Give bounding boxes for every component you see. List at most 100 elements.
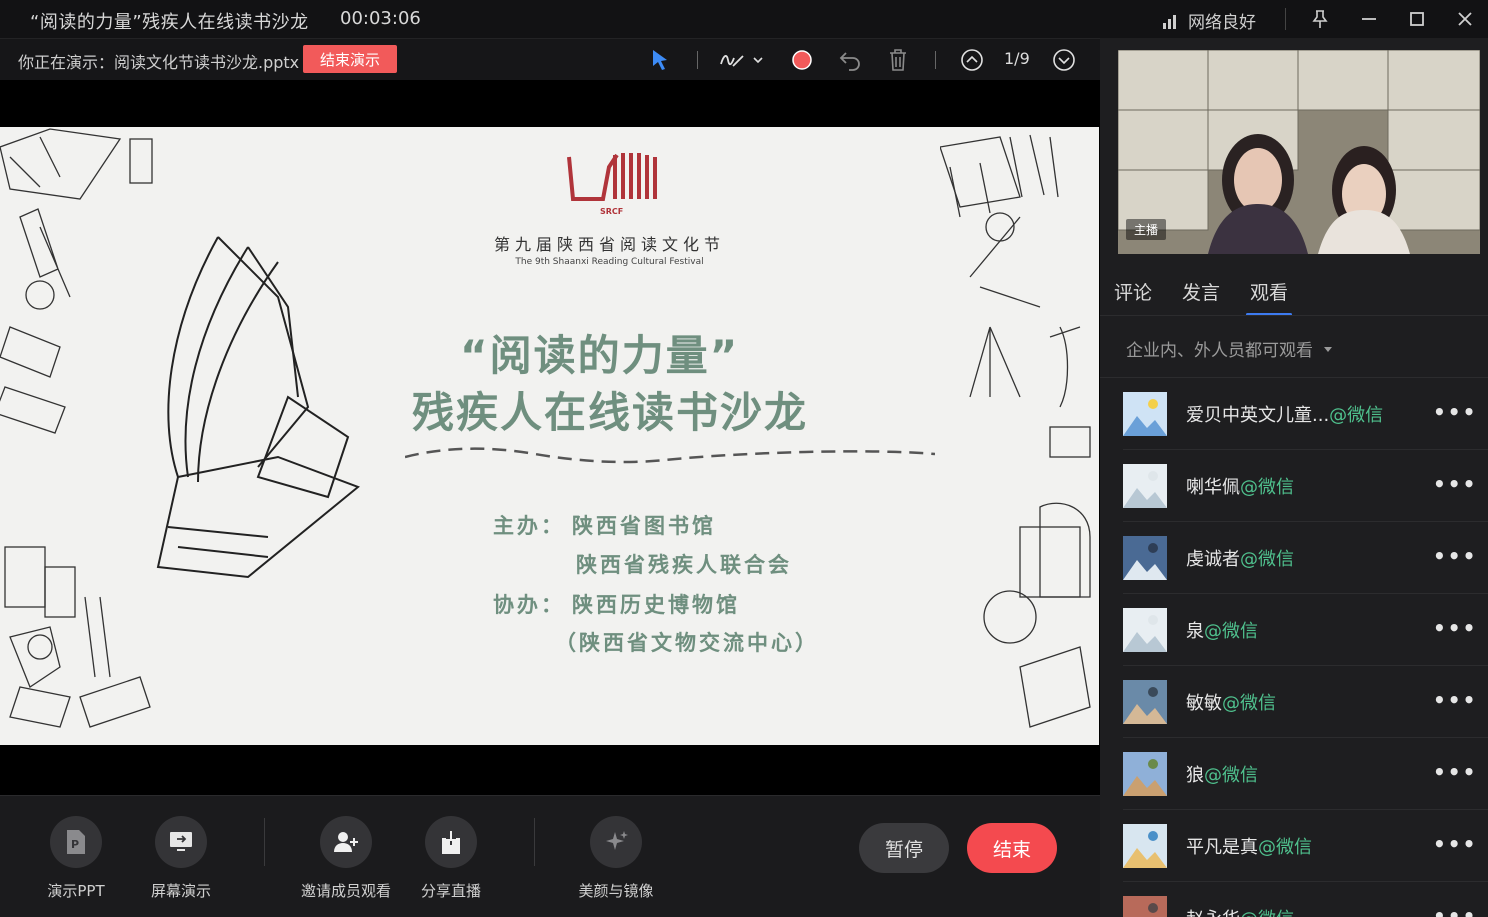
viewer-avatar [1123, 392, 1167, 436]
viewer-avatar [1123, 752, 1167, 796]
viewer-row[interactable]: 泉@微信 ••• [1100, 594, 1488, 666]
viewer-nickname: 狼 [1186, 765, 1204, 786]
viewer-row[interactable]: 赵永华@微信 ••• [1100, 882, 1488, 917]
co-host-label: 协办： [493, 593, 565, 617]
slide-canvas: SRCF 第九届陕西省阅读文化节 The 9th Shaanxi Reading… [0, 127, 1099, 745]
viewer-name: 喇华佩@微信 [1186, 473, 1294, 499]
close-icon[interactable] [1452, 6, 1478, 32]
more-options-icon[interactable]: ••• [1433, 904, 1477, 917]
window-title: “阅读的力量”残疾人在线读书沙龙 [30, 12, 309, 33]
viewer-name: 平凡是真@微信 [1186, 833, 1312, 859]
page-indicator: 1/9 [1004, 49, 1030, 68]
viewer-name: 虔诚者@微信 [1186, 545, 1294, 571]
caret-down-icon [1324, 346, 1332, 352]
viewer-nickname: 平凡是真 [1186, 837, 1258, 858]
slide-title-line2: 残疾人在线读书沙龙 [412, 388, 809, 437]
tab-underline-divider [1100, 315, 1488, 316]
tab-viewers[interactable]: 观看 [1246, 278, 1293, 316]
end-presentation-button[interactable]: 结束演示 [303, 45, 397, 73]
more-options-icon[interactable]: ••• [1433, 760, 1477, 784]
maximize-icon[interactable] [1404, 6, 1430, 32]
video-frame [1118, 50, 1480, 254]
trash-icon[interactable] [884, 47, 912, 73]
viewer-source: @微信 [1329, 405, 1384, 426]
logo-abbreviation: SRCF [600, 207, 624, 216]
viewer-avatar [1123, 680, 1167, 724]
stop-live-button[interactable]: 结束 [967, 823, 1057, 873]
share-icon [425, 816, 477, 868]
next-page-icon[interactable] [1050, 47, 1078, 73]
more-options-icon[interactable]: ••• [1433, 400, 1477, 424]
viewer-row[interactable]: 狼@微信 ••• [1100, 738, 1488, 810]
viewer-nickname: 赵永华 [1186, 909, 1240, 917]
srcf-logo-icon [567, 153, 657, 201]
viewer-source: @微信 [1204, 621, 1258, 642]
present-ppt-label: 演示PPT [47, 882, 105, 900]
toolbar-divider [935, 51, 936, 69]
network-label: 网络良好 [1188, 13, 1256, 33]
viewer-nickname: 泉 [1186, 621, 1204, 642]
viewer-row[interactable]: 虔诚者@微信 ••• [1100, 522, 1488, 594]
viewer-avatar [1123, 464, 1167, 508]
more-options-icon[interactable]: ••• [1433, 616, 1477, 640]
wave-divider [405, 447, 935, 464]
app-window: “阅读的力量”残疾人在线读书沙龙 00:03:06 网络良好 你正在演示：阅读文… [0, 0, 1488, 917]
doodle-decoration-right [940, 134, 1091, 728]
viewer-nickname: 喇华佩 [1186, 477, 1240, 498]
pointer-icon[interactable] [646, 47, 674, 73]
more-options-icon[interactable]: ••• [1433, 832, 1477, 856]
viewer-source: @微信 [1240, 909, 1294, 917]
host-label: 主办： [493, 514, 565, 538]
share-live-button[interactable]: 分享直播 [396, 816, 506, 901]
toolbar-divider [697, 51, 698, 69]
invite-members-label: 邀请成员观看 [300, 882, 391, 900]
invite-members-button[interactable]: 邀请成员观看 [291, 816, 401, 901]
beauty-mirror-button[interactable]: 美颜与镜像 [561, 816, 671, 901]
presentation-toolbar: 你正在演示：阅读文化节读书沙龙.pptx 结束演示 1/9 [0, 38, 1100, 80]
pin-icon[interactable] [1307, 6, 1333, 32]
host-org-1: 陕西省图书馆 [572, 514, 716, 538]
tab-speak[interactable]: 发言 [1182, 278, 1220, 314]
doodle-decoration-left [0, 128, 153, 728]
viewer-nickname: 爱贝中英文儿童... [1186, 405, 1330, 426]
minimize-icon[interactable] [1356, 6, 1382, 32]
viewer-nickname: 敏敏 [1186, 693, 1222, 714]
previous-page-icon[interactable] [958, 47, 986, 73]
more-options-icon[interactable]: ••• [1433, 472, 1477, 496]
viewer-row[interactable]: 平凡是真@微信 ••• [1100, 810, 1488, 882]
host-tag: 主播 [1126, 219, 1167, 240]
sparkle-icon [590, 816, 642, 868]
present-ppt-button[interactable]: P 演示PPT [21, 816, 131, 901]
viewer-source: @微信 [1258, 837, 1312, 858]
elapsed-time: 00:03:06 [340, 8, 421, 29]
pen-icon[interactable] [718, 47, 748, 73]
viewer-name: 赵永华@微信 [1186, 905, 1294, 917]
screen-share-label: 屏幕演示 [150, 882, 211, 900]
visibility-select[interactable]: 企业内、外人员都可观看 [1126, 336, 1333, 361]
viewer-source: @微信 [1240, 477, 1294, 498]
visibility-label: 企业内、外人员都可观看 [1126, 341, 1313, 361]
viewer-row[interactable]: 敏敏@微信 ••• [1100, 666, 1488, 738]
ppt-icon: P [50, 816, 102, 868]
record-color-icon[interactable] [788, 47, 816, 73]
pause-button[interactable]: 暂停 [859, 823, 949, 873]
control-divider [264, 818, 265, 866]
more-options-icon[interactable]: ••• [1433, 544, 1477, 568]
viewer-row[interactable]: 喇华佩@微信 ••• [1100, 450, 1488, 522]
chevron-down-icon[interactable] [750, 47, 766, 73]
title-separator [1285, 8, 1286, 30]
viewer-row[interactable]: 爱贝中英文儿童...@微信 ••• [1100, 378, 1488, 450]
viewer-source: @微信 [1204, 765, 1258, 786]
tab-comments[interactable]: 评论 [1114, 278, 1152, 314]
festival-name-cn: 第九届陕西省阅读文化节 [493, 235, 725, 254]
bottom-control-bar: P 演示PPT 屏幕演示 邀请成员观看 分享直播 美颜与镜像 暂停 结束 [0, 795, 1100, 917]
more-options-icon[interactable]: ••• [1433, 688, 1477, 712]
network-status: 网络良好 [1162, 8, 1256, 33]
viewer-source: @微信 [1222, 693, 1276, 714]
svg-text:P: P [71, 838, 79, 851]
viewer-name: 狼@微信 [1186, 761, 1258, 787]
undo-icon[interactable] [836, 47, 864, 73]
host-video-feed: 主播 [1118, 50, 1480, 254]
host-org-2: 陕西省残疾人联合会 [576, 553, 792, 577]
screen-share-button[interactable]: 屏幕演示 [126, 816, 236, 901]
